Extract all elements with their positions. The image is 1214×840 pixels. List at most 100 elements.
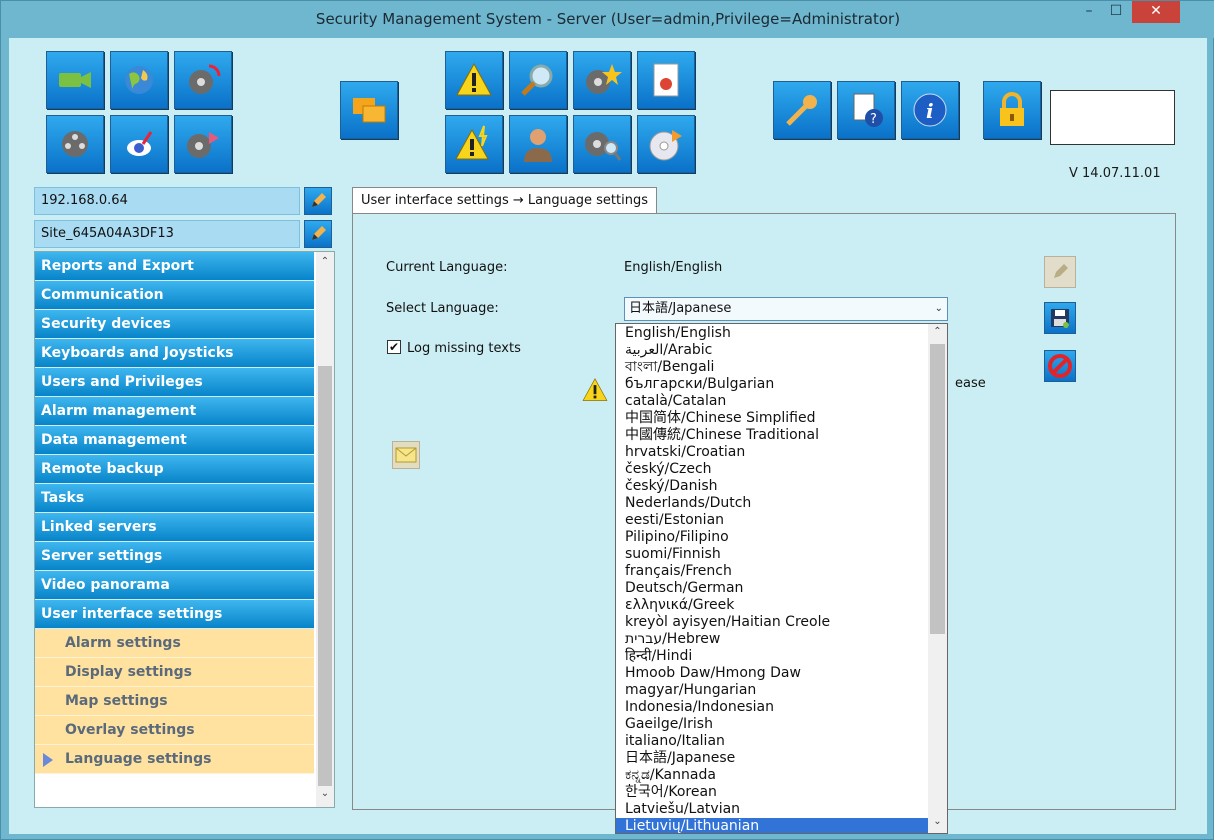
nav-tasks[interactable]: Tasks	[35, 484, 314, 513]
dropdown-scroll-down-icon[interactable]: ⌄	[928, 816, 947, 827]
language-option-indonesian[interactable]: Indonesia/Indonesian	[616, 699, 928, 716]
language-option-hmong-daw[interactable]: Hmoob Daw/Hmong Daw	[616, 665, 928, 682]
disc-export-button[interactable]	[637, 115, 695, 173]
app-window: Security Management System - Server (Use…	[0, 0, 1214, 840]
language-option-greek[interactable]: ελληνικά/Greek	[616, 597, 928, 614]
playback-sync-button[interactable]	[174, 51, 232, 109]
log-missing-label: Log missing texts	[407, 341, 521, 356]
language-option-chinese-traditional[interactable]: 中國傳統/Chinese Traditional	[616, 427, 928, 444]
language-option-kannada[interactable]: ಕನ್ನಡ/Kannada	[616, 767, 928, 784]
language-option-french[interactable]: français/French	[616, 563, 928, 580]
close-button[interactable]: ✕	[1132, 1, 1180, 23]
language-option-hungarian[interactable]: magyar/Hungarian	[616, 682, 928, 699]
edit-site-button[interactable]	[304, 220, 332, 248]
current-language-label: Current Language:	[386, 260, 508, 275]
language-option-hindi[interactable]: हिन्दी/Hindi	[616, 648, 928, 665]
save-button[interactable]	[1044, 302, 1076, 334]
nav-remote-backup[interactable]: Remote backup	[35, 455, 314, 484]
search-button[interactable]	[509, 51, 567, 109]
language-option-japanese[interactable]: 日本語/Japanese	[616, 750, 928, 767]
info-button[interactable]: i	[901, 81, 959, 139]
language-option-bulgarian[interactable]: български/Bulgarian	[616, 376, 928, 393]
language-select[interactable]: 日本語/Japanese ⌄	[624, 297, 948, 321]
video-search-button[interactable]	[573, 115, 631, 173]
language-option-irish[interactable]: Gaeilge/Irish	[616, 716, 928, 733]
nav-server-settings[interactable]: Server settings	[35, 542, 314, 571]
dropdown-scrollbar[interactable]: ⌃ ⌄	[928, 324, 947, 833]
title-bar: Security Management System - Server (Use…	[1, 1, 1214, 38]
dropdown-scroll-thumb[interactable]	[930, 344, 945, 634]
language-option-croatian[interactable]: hrvatski/Croatian	[616, 444, 928, 461]
language-option-korean[interactable]: 한국어/Korean	[616, 784, 928, 801]
bookmarks-button[interactable]	[573, 51, 631, 109]
scroll-down-icon[interactable]: ⌄	[316, 788, 334, 799]
language-option-estonian[interactable]: eesti/Estonian	[616, 512, 928, 529]
language-option-lithuanian[interactable]: Lietuvių/Lithuanian	[616, 818, 928, 833]
language-option-catalan[interactable]: català/Catalan	[616, 393, 928, 410]
export-video-button[interactable]	[174, 115, 232, 173]
help-document-icon: ?	[853, 93, 883, 127]
maximize-button[interactable]: ☐	[1103, 1, 1129, 23]
license-button[interactable]	[773, 81, 831, 139]
nav-scroll-thumb[interactable]	[318, 366, 332, 786]
events-button[interactable]	[445, 115, 503, 173]
alarm-button[interactable]	[445, 51, 503, 109]
map-button[interactable]	[110, 51, 168, 109]
language-option-arabic[interactable]: العربية/Arabic	[616, 342, 928, 359]
language-option-filipino[interactable]: Pilipino/Filipino	[616, 529, 928, 546]
nav-video-panorama[interactable]: Video panorama	[35, 571, 314, 600]
log-missing-checkbox[interactable]: ✔	[387, 340, 401, 354]
edit-button[interactable]	[1044, 256, 1076, 288]
nav-alarm-settings[interactable]: Alarm settings	[35, 629, 314, 658]
disc-export-icon	[649, 130, 682, 161]
language-option-chinese-simplified[interactable]: 中国简体/Chinese Simplified	[616, 410, 928, 427]
language-option-finnish[interactable]: suomi/Finnish	[616, 546, 928, 563]
language-option-dutch[interactable]: Nederlands/Dutch	[616, 495, 928, 512]
language-option-english[interactable]: English/English	[616, 325, 928, 342]
language-option-danish[interactable]: český/Danish	[616, 478, 928, 495]
language-dropdown-list[interactable]: English/English العربية/Arabic বাংলা/Ben…	[615, 323, 948, 834]
nav-language-settings[interactable]: Language settings	[35, 745, 314, 774]
nav-overlay-settings[interactable]: Overlay settings	[35, 716, 314, 745]
nav-linked-servers[interactable]: Linked servers	[35, 513, 314, 542]
nav-user-interface-settings[interactable]: User interface settings	[35, 600, 314, 629]
language-option-bengali[interactable]: বাংলা/Bengali	[616, 359, 928, 376]
nav-users-privileges[interactable]: Users and Privileges	[35, 368, 314, 397]
nav-language-settings-label: Language settings	[65, 751, 212, 767]
language-option-german[interactable]: Deutsch/German	[616, 580, 928, 597]
nav-data-management[interactable]: Data management	[35, 426, 314, 455]
nav-map-settings[interactable]: Map settings	[35, 687, 314, 716]
dropdown-scroll-up-icon[interactable]: ⌃	[928, 326, 947, 337]
send-mail-button[interactable]	[392, 441, 420, 469]
user-button[interactable]	[509, 115, 567, 173]
edit-server-ip-button[interactable]	[304, 187, 332, 215]
help-button[interactable]: ?	[837, 81, 895, 139]
key-icon	[786, 95, 817, 126]
nav-reports-export[interactable]: Reports and Export	[35, 252, 314, 281]
windows-layout-button[interactable]	[340, 81, 398, 139]
nav-security-devices[interactable]: Security devices	[35, 310, 314, 339]
window-title: Security Management System - Server (Use…	[315, 10, 901, 28]
nav-scrollbar[interactable]: ⌃ ⌄	[316, 252, 334, 807]
language-option-italian[interactable]: italiano/Italian	[616, 733, 928, 750]
scroll-up-icon[interactable]: ⌃	[316, 256, 334, 267]
user-icon	[524, 129, 552, 162]
lock-button[interactable]	[983, 81, 1041, 139]
language-option-haitian-creole[interactable]: kreyòl ayisyen/Haitian Creole	[616, 614, 928, 631]
nav-alarm-management[interactable]: Alarm management	[35, 397, 314, 426]
language-option-hebrew[interactable]: עברית/Hebrew	[616, 631, 928, 648]
nav-communication[interactable]: Communication	[35, 281, 314, 310]
windows-icon	[353, 98, 386, 123]
nav-display-settings[interactable]: Display settings	[35, 658, 314, 687]
language-option-latvian[interactable]: Latviešu/Latvian	[616, 801, 928, 818]
envelope-icon	[395, 447, 417, 463]
live-video-button[interactable]	[46, 51, 104, 109]
cancel-button[interactable]	[1044, 350, 1076, 382]
reports-button[interactable]	[637, 51, 695, 109]
language-option-czech[interactable]: český/Czech	[616, 461, 928, 478]
tab-language-settings[interactable]: User interface settings → Language setti…	[352, 187, 658, 215]
minimize-button[interactable]: –	[1076, 1, 1102, 23]
nav-keyboards-joysticks[interactable]: Keyboards and Joysticks	[35, 339, 314, 368]
playback-button[interactable]	[46, 115, 104, 173]
map-locate-button[interactable]	[110, 115, 168, 173]
